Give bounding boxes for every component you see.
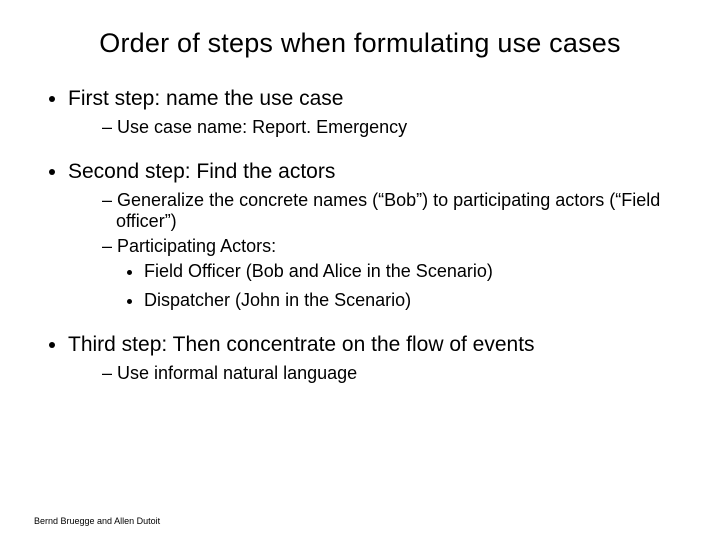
slide-footer: Bernd Bruegge and Allen Dutoit [34, 516, 160, 526]
step-1-sub-1: Use case name: Report. Emergency [102, 117, 686, 138]
actor-1: Field Officer (Bob and Alice in the Scen… [144, 261, 686, 282]
step-2-sublist: Generalize the concrete names (“Bob”) to… [68, 190, 686, 311]
step-1-heading: First step: name the use case [68, 87, 343, 110]
step-3-heading: Third step: Then concentrate on the flow… [68, 333, 535, 356]
step-1: First step: name the use case Use case n… [68, 87, 686, 138]
step-3-sub-1-text: Use informal natural language [117, 363, 357, 383]
slide: Order of steps when formulating use case… [0, 0, 720, 540]
step-2-sub-2-text: Participating Actors: [117, 236, 276, 256]
step-3-sublist: Use informal natural language [68, 363, 686, 384]
step-2-sub-1: Generalize the concrete names (“Bob”) to… [102, 190, 686, 232]
step-1-sub-1-text: Use case name: Report. Emergency [117, 117, 407, 137]
slide-title: Order of steps when formulating use case… [34, 28, 686, 59]
step-2-actors-list: Field Officer (Bob and Alice in the Scen… [116, 261, 686, 311]
actor-2: Dispatcher (John in the Scenario) [144, 290, 686, 311]
step-2: Second step: Find the actors Generalize … [68, 160, 686, 311]
step-2-heading: Second step: Find the actors [68, 160, 335, 183]
step-3-sub-1: Use informal natural language [102, 363, 686, 384]
bullet-list: First step: name the use case Use case n… [34, 87, 686, 384]
step-2-sub-1-text: Generalize the concrete names (“Bob”) to… [116, 190, 660, 231]
step-1-sublist: Use case name: Report. Emergency [68, 117, 686, 138]
step-3: Third step: Then concentrate on the flow… [68, 333, 686, 384]
step-2-sub-2: Participating Actors: Field Officer (Bob… [102, 236, 686, 311]
